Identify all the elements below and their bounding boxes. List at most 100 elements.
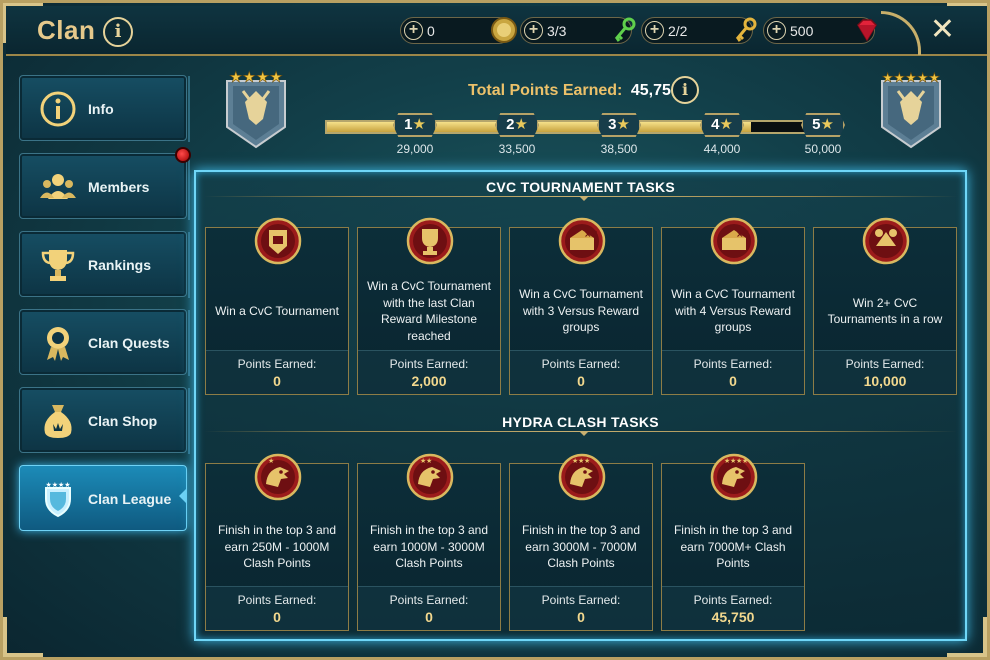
add-gold-button[interactable]: +: [404, 21, 423, 40]
milestone-badge-1: 1★: [393, 113, 437, 137]
points-earned: Points Earned: 45,750: [662, 586, 804, 630]
points-earned-label: Points Earned:: [693, 357, 773, 371]
add-green-key-button[interactable]: +: [524, 21, 543, 40]
hydra-badge-icon: ★ ★ ★: [558, 453, 606, 501]
cvc-x4-badge-icon: ×4: [710, 217, 758, 265]
svg-text:★★★★: ★★★★: [45, 481, 70, 489]
points-earned: Points Earned: 2,000: [358, 350, 500, 394]
gem-resource: + 500: [763, 17, 877, 44]
add-gem-button[interactable]: +: [767, 21, 786, 40]
sidebar-item-clan-quests[interactable]: Clan Quests: [19, 309, 190, 376]
svg-text:×3: ×3: [584, 230, 598, 240]
svg-text:★: ★: [742, 457, 748, 465]
points-earned: Points Earned: 0: [358, 586, 500, 630]
gold-key-value: 2/2: [668, 23, 688, 39]
hydra-task-card: ★ ★ ★ Finish in the top 3 and earn 3000M - …: [509, 453, 653, 631]
hydra-badge-icon: ★: [254, 453, 302, 501]
task-description: Win a CvC Tournament with the last Clan …: [367, 279, 491, 343]
milestone-badge-3: 3★: [597, 113, 641, 137]
svg-text:★: ★: [268, 457, 274, 465]
sidebar-item-rankings[interactable]: Rankings: [19, 231, 190, 298]
points-earned-value: 0: [577, 373, 585, 389]
members-icon: [40, 174, 76, 199]
points-earned-label: Points Earned:: [541, 593, 621, 607]
ruby-gem-icon: [857, 19, 877, 42]
sidebar-item-label: Info: [88, 101, 114, 117]
total-points: Total Points Earned: 45,750: [468, 82, 680, 100]
info-icon[interactable]: i: [103, 17, 133, 47]
star-icon: ★: [412, 116, 426, 133]
svg-text:★★★★: ★★★★: [229, 69, 283, 86]
frame-ornament: [180, 310, 190, 376]
info-icon[interactable]: i: [671, 76, 699, 104]
task-description: Finish in the top 3 and earn 3000M - 700…: [521, 523, 641, 571]
cvc-streak-badge-icon: [862, 217, 910, 265]
milestone-badge-5: 5★: [801, 113, 845, 137]
points-earned-label: Points Earned:: [237, 593, 317, 607]
star-icon: ★: [820, 116, 834, 133]
points-earned: Points Earned: 0: [206, 350, 348, 394]
gem-value: 500: [790, 23, 814, 39]
divider-ornament: [579, 196, 589, 201]
hydra-task-card: ★ ★ ★ ★ Finish in the top 3 and earn 7000M+ …: [661, 453, 805, 631]
sidebar-item-members[interactable]: Members: [19, 153, 190, 220]
task-description: Win a CvC Tournament with 4 Versus Rewar…: [671, 287, 795, 335]
task-description: Win 2+ CvC Tournaments in a row: [827, 295, 943, 327]
clan-league-panel: CVC TOURNAMENT TASKS Win a CvC Tournamen…: [194, 170, 967, 641]
star-icon: ★: [514, 116, 528, 133]
close-button[interactable]: ✕: [930, 15, 955, 45]
task-description: Finish in the top 3 and earn 250M - 1000…: [217, 523, 337, 571]
sidebar-item-clan-shop[interactable]: Clan Shop: [19, 387, 190, 454]
green-key-resource: + 3/3: [520, 17, 636, 44]
frame-ornament: [180, 154, 190, 220]
add-gold-key-button[interactable]: +: [645, 21, 664, 40]
cvc-x3-badge-icon: ×3: [558, 217, 606, 265]
star-icon: ★: [616, 116, 630, 133]
page-title: Clan: [37, 15, 96, 45]
points-earned: Points Earned: 0: [662, 350, 804, 394]
medal-icon: [47, 327, 69, 361]
milestone-badge-2: 2★: [495, 113, 539, 137]
points-earned-value: 0: [729, 373, 737, 389]
section-title-hydra: HYDRA CLASH TASKS: [502, 414, 659, 430]
hydra-task-card: ★ ★ Finish in the top 3 and earn 1000M - 3…: [357, 453, 501, 631]
trophy-icon: [41, 250, 75, 281]
milestone-points-2: 33,500: [498, 142, 536, 156]
points-earned-label: Points Earned:: [237, 357, 317, 371]
cvc-task-card: Win a CvC Tournament Points Earned: 0: [205, 217, 349, 395]
frame-ornament: [881, 11, 921, 55]
cvc-task-card: ×4 Win a CvC Tournament with 4 Versus Rew…: [661, 217, 805, 395]
points-earned-value: 0: [577, 609, 585, 625]
frame-ornament: [180, 232, 190, 298]
hydra-badge-icon: ★ ★: [406, 453, 454, 501]
task-description: Finish in the top 3 and earn 1000M - 300…: [369, 523, 489, 571]
points-earned-label: Points Earned:: [845, 357, 925, 371]
gold-value: 0: [427, 23, 435, 39]
shield-icon: ★★★★: [45, 481, 71, 518]
points-earned-value: 2,000: [411, 373, 447, 389]
sidebar-item-clan-league[interactable]: ★★★★ Clan League: [19, 465, 187, 531]
points-earned-label: Points Earned:: [541, 357, 621, 371]
task-description: Win a CvC Tournament with 3 Versus Rewar…: [519, 287, 643, 335]
sidebar-item-label: Rankings: [88, 257, 152, 273]
milestone-points-1: 29,000: [396, 142, 434, 156]
svg-text:★: ★: [584, 457, 590, 465]
cvc-helmet-badge-icon: [254, 217, 302, 265]
milestone-badge-4: 4★: [700, 113, 744, 137]
frame-ornament: [180, 76, 190, 142]
points-earned: Points Earned: 10,000: [814, 350, 956, 394]
points-earned-value: 0: [273, 373, 281, 389]
milestone-points-3: 38,500: [600, 142, 638, 156]
star-icon: ★: [719, 116, 733, 133]
gold-resource: + 0: [400, 17, 517, 44]
sidebar-item-label: Clan League: [88, 491, 172, 507]
green-key-value: 3/3: [547, 23, 567, 39]
points-earned-label: Points Earned:: [693, 593, 773, 607]
info-icon: [40, 91, 76, 127]
sidebar-item-info[interactable]: Info: [19, 75, 190, 142]
active-indicator: [179, 488, 187, 504]
hydra-badge-icon: ★ ★ ★ ★: [710, 453, 758, 501]
section-title-cvc: CVC TOURNAMENT TASKS: [485, 179, 676, 195]
green-key-icon: [614, 17, 636, 42]
points-earned: Points Earned: 0: [206, 586, 348, 630]
